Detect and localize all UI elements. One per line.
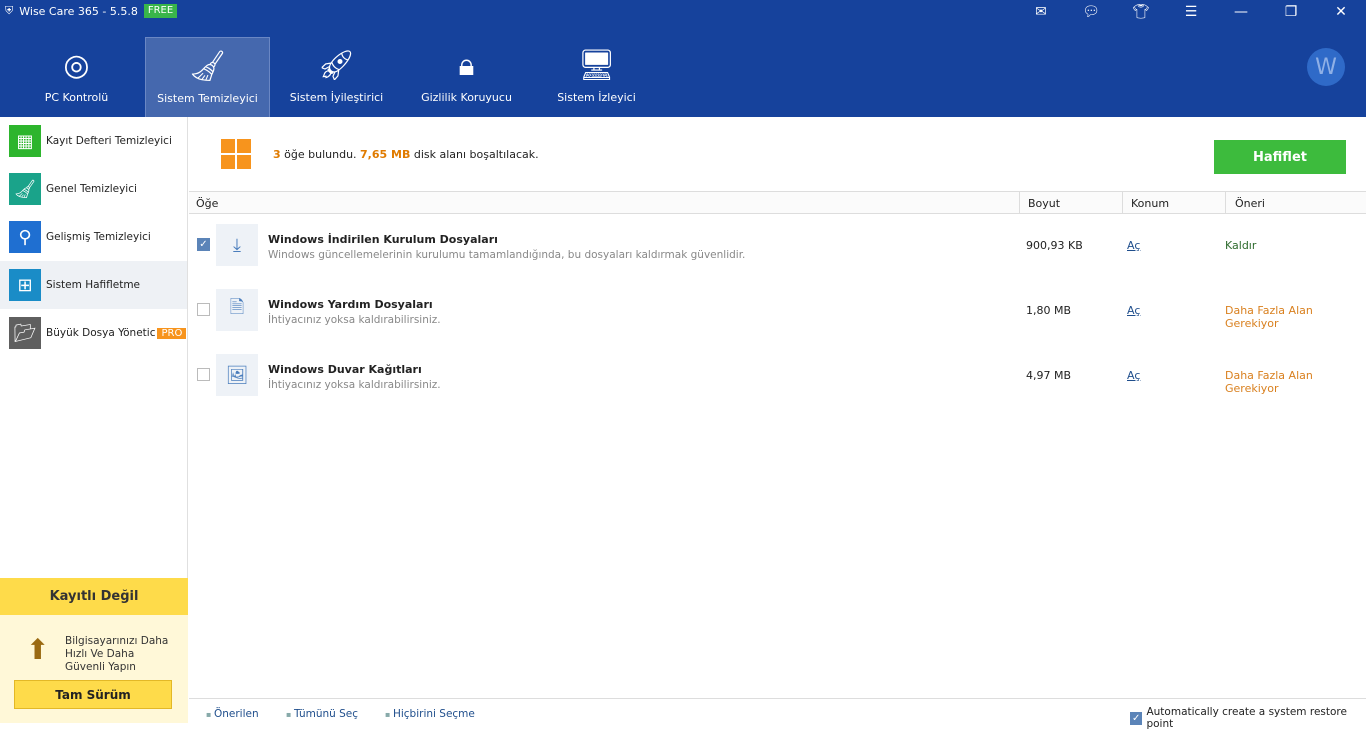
title-bar: ⛨ Wise Care 365 - 5.5.8 FREE xyxy=(5,4,178,18)
folder-icon: 📂︎ xyxy=(9,317,41,349)
upgrade-promo: ⬆ Bilgisayarınızı Daha Hızlı Ve Daha Güv… xyxy=(0,615,188,723)
broom-icon: 🧹︎ xyxy=(9,173,41,205)
tab-gizlilik-koruyucu[interactable]: 🔒︎ Gizlilik Koruyucu xyxy=(404,37,529,117)
menu-icon[interactable]: ☰ xyxy=(1166,0,1216,24)
grid-icon: ▦ xyxy=(9,125,41,157)
close-icon[interactable]: ✕ xyxy=(1316,0,1366,24)
row-checkbox[interactable]: ✓ xyxy=(197,238,210,251)
sidebar-item-registry[interactable]: ▦ Kayıt Defteri Temizleyici xyxy=(0,117,187,165)
select-none-link[interactable]: Hiçbirini Seçme xyxy=(385,708,475,720)
row-checkbox[interactable] xyxy=(197,368,210,381)
full-version-button[interactable]: Tam Sürüm xyxy=(14,680,172,709)
sidebar: ▦ Kayıt Defteri Temizleyici 🧹︎ Genel Temiz… xyxy=(0,117,188,723)
skin-icon[interactable]: 👕︎ xyxy=(1116,0,1166,24)
shield-lock-icon: 🔒︎ xyxy=(458,48,475,83)
open-location-link[interactable]: Aç xyxy=(1127,369,1140,382)
tab-sistem-iyilestirici[interactable]: 🚀︎ Sistem İyileştirici xyxy=(274,37,399,117)
summary-text: 3 öğe bulundu. 7,65 MB disk alanı boşalt… xyxy=(273,148,539,161)
windows-icon: ⊞ xyxy=(9,269,41,301)
broom-icon: 🧹︎ xyxy=(188,49,227,84)
mail-icon[interactable]: ✉ xyxy=(1016,0,1066,24)
slim-button[interactable]: Hafiflet xyxy=(1214,140,1346,174)
sidebar-item-slimming[interactable]: ⊞ Sistem Hafifletme xyxy=(0,261,187,309)
restore-point-checkbox[interactable]: ✓ Automatically create a system restore p… xyxy=(1130,706,1366,730)
table-row[interactable]: 🖼︎ Windows Duvar Kağıtları İhtiyacınız y… xyxy=(189,344,1366,409)
row-checkbox[interactable] xyxy=(197,303,210,316)
sidebar-item-large-files[interactable]: 📂︎ Büyük Dosya Yönetic PRO xyxy=(0,309,187,357)
app-title: Wise Care 365 - 5.5.8 xyxy=(19,4,138,18)
table-row[interactable]: 🗎︎ Windows Yardım Dosyaları İhtiyacınız … xyxy=(189,279,1366,344)
feedback-icon[interactable]: 💬︎ xyxy=(1066,0,1116,24)
tab-sistem-izleyici[interactable]: 🖥︎ Sistem İzleyici xyxy=(534,37,659,117)
select-all-link[interactable]: Tümünü Seç xyxy=(286,708,358,720)
free-badge: FREE xyxy=(143,4,178,18)
header: ⛨ Wise Care 365 - 5.5.8 FREE ✉ 💬︎ 👕︎ ☰ —… xyxy=(0,0,1366,117)
rocket-icon: 🚀︎ xyxy=(317,48,356,83)
monitor-icon: 🖥︎ xyxy=(577,48,616,83)
radar-icon: ◎ xyxy=(63,48,90,83)
sidebar-item-general[interactable]: 🧹︎ Genel Temizleyici xyxy=(0,165,187,213)
app-shield-icon: ⛨ xyxy=(5,4,14,17)
sidebar-item-advanced[interactable]: ⚲ Gelişmiş Temizleyici xyxy=(0,213,187,261)
table-header: Öğe Boyut Konum Öneri xyxy=(189,191,1366,214)
open-location-link[interactable]: Aç xyxy=(1127,239,1140,252)
upgrade-arrow-icon: ⬆ xyxy=(26,633,50,666)
table-row[interactable]: ✓ ⤓ Windows İndirilen Kurulum Dosyaları … xyxy=(189,214,1366,279)
image-icon: 🖼︎ xyxy=(216,354,258,396)
tab-pc-kontrolu[interactable]: ◎ PC Kontrolü xyxy=(14,37,139,117)
help-file-icon: 🗎︎ xyxy=(216,289,258,331)
vacuum-icon: ⚲ xyxy=(9,221,41,253)
restore-icon[interactable]: ❐ xyxy=(1266,0,1316,24)
pro-badge: PRO xyxy=(157,327,187,339)
wise-logo[interactable]: W xyxy=(1307,48,1345,86)
open-location-link[interactable]: Aç xyxy=(1127,304,1140,317)
main-panel: 3 öğe bulundu. 7,65 MB disk alanı boşalt… xyxy=(189,117,1366,730)
minimize-icon[interactable]: — xyxy=(1216,0,1266,24)
registration-status: Kayıtlı Değil xyxy=(0,578,188,615)
download-icon: ⤓ xyxy=(216,224,258,266)
windows-icon xyxy=(221,139,251,169)
recommended-link[interactable]: Önerilen xyxy=(206,708,259,720)
tab-sistem-temizleyici[interactable]: 🧹︎ Sistem Temizleyici xyxy=(145,37,270,117)
footer-bar: Önerilen Tümünü Seç Hiçbirini Seçme ✓Aut… xyxy=(189,698,1366,730)
